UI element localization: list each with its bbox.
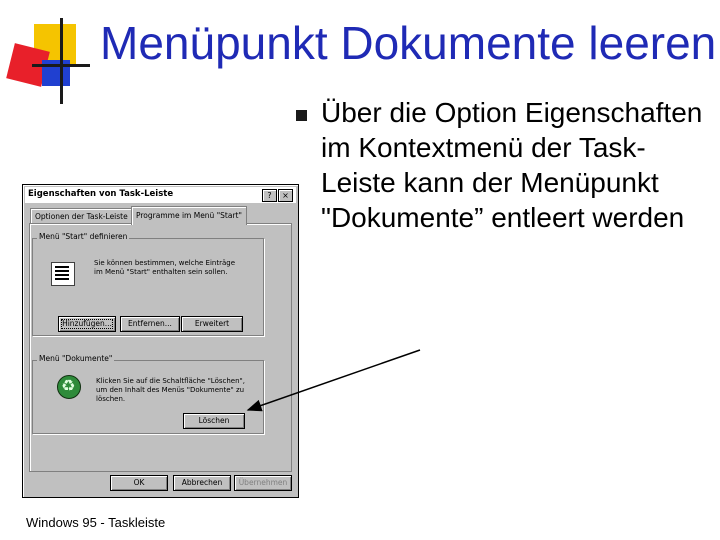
logo-vertical-line	[60, 18, 63, 104]
taskbar-properties-dialog: Eigenschaften von Task-Leiste ? × Option…	[22, 184, 299, 498]
bullet-square-icon	[296, 110, 307, 121]
bullet-text: Über die Option Eigenschaften im Kontext…	[321, 97, 703, 233]
slide-logo	[0, 0, 90, 110]
documents-menu-group-legend: Menü "Dokumente"	[37, 354, 115, 363]
screenshot-caption: Windows 95 - Taskleiste	[26, 515, 166, 530]
tab-start-menu-programs[interactable]: Programme im Menü "Start"	[131, 206, 247, 225]
add-button[interactable]: Hinzufügen...	[58, 316, 116, 332]
logo-horizontal-line	[32, 64, 90, 67]
dialog-title: Eigenschaften von Task-Leiste	[28, 189, 174, 199]
recycle-icon	[57, 375, 81, 399]
dialog-titlebar: Eigenschaften von Task-Leiste ? ×	[25, 187, 296, 203]
apply-button: Übernehmen	[234, 475, 292, 491]
ok-button[interactable]: OK	[110, 475, 168, 491]
documents-menu-description: Klicken Sie auf die Schaltfläche "Lösche…	[96, 377, 245, 403]
tab-taskbar-options[interactable]: Optionen der Task-Leiste	[30, 208, 133, 224]
slide-title: Menüpunkt Dokumente leeren	[100, 17, 717, 69]
remove-button[interactable]: Entfernen...	[120, 316, 180, 332]
start-menu-description: Sie können bestimmen, welche Einträge im…	[94, 259, 236, 276]
close-button[interactable]: ×	[278, 189, 293, 202]
cancel-button[interactable]: Abbrechen	[173, 475, 231, 491]
clear-documents-button[interactable]: Löschen	[183, 413, 245, 429]
start-menu-icon	[51, 262, 75, 286]
help-button[interactable]: ?	[262, 189, 277, 202]
advanced-button[interactable]: Erweitert	[181, 316, 243, 332]
start-menu-group-legend: Menü "Start" definieren	[37, 232, 130, 241]
